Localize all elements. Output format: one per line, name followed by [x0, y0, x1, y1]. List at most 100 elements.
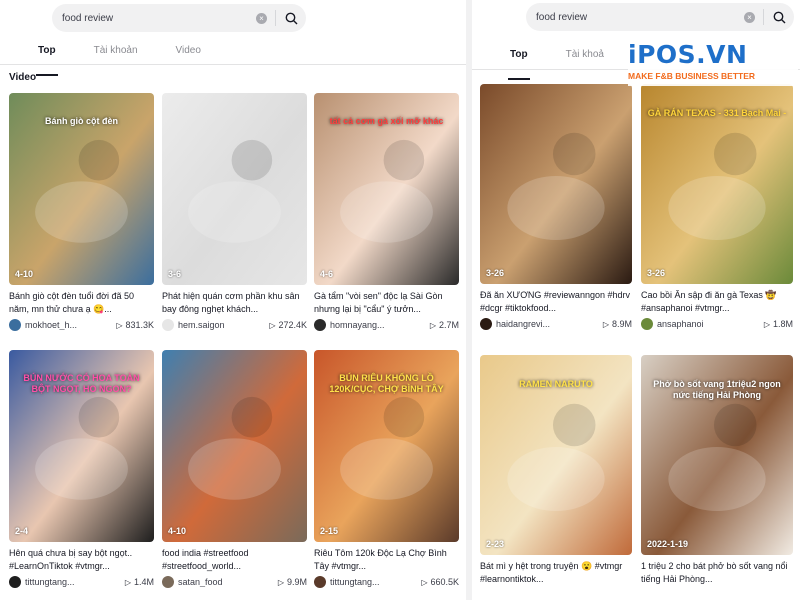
video-date: 3-26 — [486, 268, 505, 278]
video-thumbnail[interactable]: RAMEN NARUTO 2-23 — [480, 355, 632, 555]
video-thumbnail[interactable]: 3-26 — [480, 84, 632, 284]
search-input[interactable]: food review — [526, 12, 744, 23]
author-name[interactable]: hem.saigon — [178, 320, 269, 330]
video-date: 4-10 — [15, 269, 34, 279]
author-name[interactable]: mokhoet_h... — [25, 320, 116, 330]
video-card[interactable]: 3-6 Phát hiện quán cơm phần khu sân bay đ… — [162, 93, 307, 331]
video-card[interactable]: Bánh giò cột đèn 4-10 Bánh giò cột đèn tuổ… — [9, 93, 154, 331]
search-button[interactable] — [764, 3, 794, 31]
video-card[interactable]: RAMEN NARUTO 2-23 Bát mì y hệt trong truyệ… — [480, 355, 632, 586]
author-name[interactable]: tittungtang... — [25, 577, 125, 587]
author-name[interactable]: satan_food — [178, 577, 278, 587]
video-date: 4-10 — [168, 526, 187, 536]
video-date: 2-15 — [320, 526, 339, 536]
author-name[interactable]: homnayang... — [330, 320, 430, 330]
search-icon — [285, 12, 297, 24]
tabs-underline — [0, 64, 466, 65]
video-card[interactable]: BÚN RIÊU KHỔNG LỒ 120K/CỤC, CHỢ BÌNH TÂY… — [314, 350, 459, 588]
video-description[interactable]: Bánh giò cột đèn tuổi đời đã 50 năm, mn … — [9, 290, 154, 316]
video-thumbnail[interactable]: GÀ RÁN TEXAS - 331 Bạch Mai - 3-26 — [641, 84, 793, 284]
video-description[interactable]: Riêu Tôm 120k Độc Lạ Chợ Bình Tây #vtmgr… — [314, 547, 459, 573]
author-name[interactable]: ansaphanoi — [657, 319, 764, 329]
avatar[interactable] — [314, 319, 326, 331]
play-icon: ▷ — [124, 577, 131, 587]
video-description[interactable]: Bát mì y hệt trong truyện 😮 #vtmgr #lear… — [480, 560, 632, 586]
avatar[interactable] — [480, 318, 492, 330]
video-thumbnail[interactable]: Bánh giò cột đèn 4-10 — [9, 93, 154, 285]
search-button[interactable] — [276, 4, 306, 32]
video-meta: tittungtang... ▷ 1.4M — [9, 576, 154, 588]
video-date: 3-6 — [168, 269, 182, 279]
tab-accounts[interactable]: Tài khoả — [566, 49, 604, 71]
play-icon: ▷ — [763, 319, 770, 329]
video-thumbnail[interactable]: BÚN RIÊU KHỔNG LỒ 120K/CỤC, CHỢ BÌNH TÂY… — [314, 350, 459, 542]
thumbnail-caption: Bánh giò cột đèn — [45, 116, 118, 127]
video-date: 2022-1-19 — [647, 539, 689, 549]
video-thumbnail[interactable]: Phở bò sốt vang 1triệu2 ngon nức tiếng H… — [641, 355, 793, 555]
search-input[interactable]: food review — [52, 13, 256, 24]
avatar[interactable] — [9, 319, 21, 331]
avatar[interactable] — [9, 576, 21, 588]
video-thumbnail[interactable]: 4-10 — [162, 350, 307, 542]
video-meta: mokhoet_h... ▷ 831.3K — [9, 319, 154, 331]
thumbnail-image — [162, 93, 307, 285]
clear-icon[interactable]: × — [256, 12, 267, 24]
video-description[interactable]: food india #streetfood #streetfood_world… — [162, 547, 307, 573]
video-meta: tittungtang... ▷ 660.5K — [314, 576, 459, 588]
avatar[interactable] — [162, 576, 174, 588]
search-icon — [773, 11, 785, 23]
video-card[interactable]: Phở bò sốt vang 1triệu2 ngon nức tiếng H… — [641, 355, 793, 586]
search-bar[interactable]: food review × — [526, 3, 794, 31]
view-count: 660.5K — [430, 577, 459, 587]
video-thumbnail[interactable]: 3-6 — [162, 93, 307, 285]
video-description[interactable]: Gà tẩm "vòi sen" độc lạ Sài Gòn nhưng lạ… — [314, 290, 459, 316]
video-meta: hem.saigon ▷ 272.4K — [162, 319, 307, 331]
video-date: 3-26 — [647, 268, 666, 278]
video-date: 2-4 — [15, 526, 29, 536]
avatar[interactable] — [641, 318, 653, 330]
thumbnail-image — [162, 350, 307, 542]
video-description[interactable]: Cao bồi Ăn sập đi ăn gà Texas 🤠 #ansapha… — [641, 289, 793, 315]
video-description[interactable]: 1 triệu 2 cho bát phở bò sốt vang nổi ti… — [641, 560, 793, 586]
view-count: 831.3K — [125, 320, 154, 330]
view-count: 272.4K — [278, 320, 307, 330]
section-title: Video — [9, 72, 37, 83]
ipos-logo: iPOS.VN MAKE F&B BUSINESS BETTER — [628, 40, 798, 86]
play-icon: ▷ — [429, 320, 436, 330]
video-card[interactable]: GÀ RÁN TEXAS - 331 Bạch Mai - 3-26 Cao bồi… — [641, 84, 793, 330]
video-card[interactable]: BÚN NƯỚC CÓ HOA TOÀN BỘT NGỌT, HO NGON? 2… — [9, 350, 154, 588]
author-name[interactable]: haidangrevi... — [496, 319, 603, 329]
video-meta: homnayang... ▷ 2.7M — [314, 319, 459, 331]
thumbnail-caption: tất cả cơm gà xối mỡ khác — [329, 116, 444, 127]
video-meta: satan_food ▷ 9.9M — [162, 576, 307, 588]
play-icon: ▷ — [116, 320, 123, 330]
tab-top[interactable]: Top — [508, 49, 530, 80]
avatar[interactable] — [162, 319, 174, 331]
thumbnail-image — [480, 84, 632, 284]
video-thumbnail[interactable]: BÚN NƯỚC CÓ HOA TOÀN BỘT NGỌT, HO NGON? 2… — [9, 350, 154, 542]
video-thumbnail[interactable]: tất cả cơm gà xối mỡ khác 4-6 — [314, 93, 459, 285]
video-description[interactable]: Phát hiện quán cơm phần khu sân bay đông… — [162, 290, 307, 316]
video-card[interactable]: 4-10 food india #streetfood #streetfood_w… — [162, 350, 307, 588]
view-count: 8.9M — [611, 319, 632, 329]
right-search-panel: food review × Top Tài khoả 3-26 Đã ăn XƯƠ… — [472, 0, 800, 600]
left-search-panel: food review × Top Tài khoản Video Video … — [0, 0, 466, 600]
video-description[interactable]: Hên quá chưa bị say bột ngọt.. #LearnOnT… — [9, 547, 154, 573]
play-icon: ▷ — [421, 577, 428, 587]
search-bar[interactable]: food review × — [52, 4, 306, 32]
video-card[interactable]: 3-26 Đã ăn XƯƠNG #reviewanngon #hdrv #dcg… — [480, 84, 632, 330]
thumbnail-caption: BÚN NƯỚC CÓ HOA TOÀN BỘT NGỌT, HO NGON? — [23, 373, 140, 395]
video-description[interactable]: Đã ăn XƯƠNG #reviewanngon #hdrv #dcgr #t… — [480, 289, 632, 315]
view-count: 1.4M — [133, 577, 154, 587]
video-card[interactable]: tất cả cơm gà xối mỡ khác 4-6 Gà tẩm "vòi … — [314, 93, 459, 331]
avatar[interactable] — [314, 576, 326, 588]
video-date: 2-23 — [486, 539, 505, 549]
video-meta: haidangrevi... ▷ 8.9M — [480, 318, 632, 330]
view-count: 1.8M — [772, 319, 793, 329]
author-name[interactable]: tittungtang... — [330, 577, 421, 587]
clear-icon[interactable]: × — [744, 11, 755, 23]
result-tabs: Top Tài khoả — [508, 49, 642, 80]
thumbnail-caption: RAMEN NARUTO — [519, 379, 593, 389]
thumbnail-caption: BÚN RIÊU KHỔNG LỒ 120K/CỤC, CHỢ BÌNH TÂY — [329, 373, 444, 395]
thumbnail-caption: GÀ RÁN TEXAS - 331 Bạch Mai - — [647, 108, 787, 118]
